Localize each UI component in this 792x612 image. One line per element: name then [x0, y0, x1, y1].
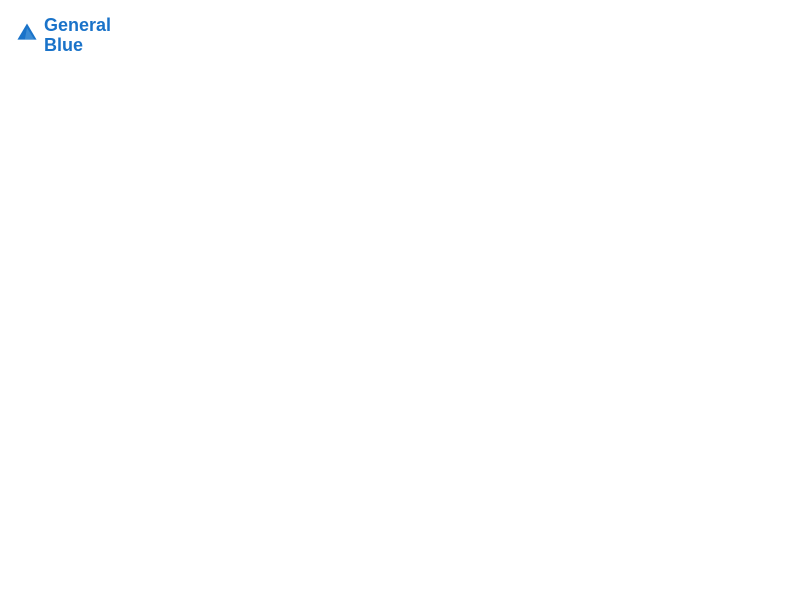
logo-blue: Blue — [44, 36, 111, 56]
logo-general: General — [44, 15, 111, 35]
logo: General Blue — [16, 16, 111, 56]
page-header: General Blue — [16, 16, 776, 56]
logo-icon — [16, 22, 38, 44]
